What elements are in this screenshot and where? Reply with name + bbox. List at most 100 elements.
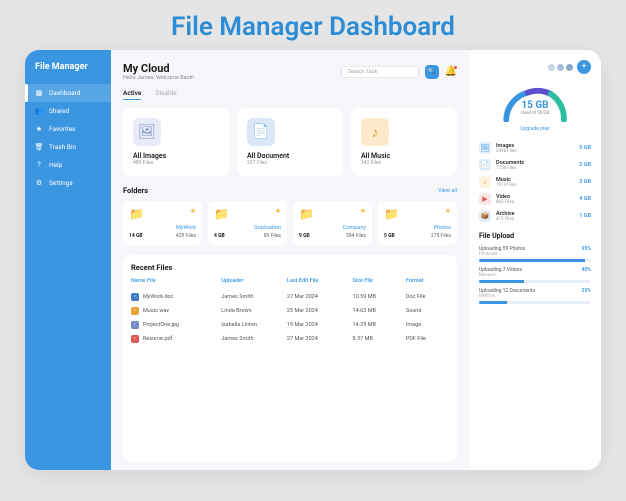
star-icon[interactable]: ★ xyxy=(275,207,281,215)
add-button[interactable]: + xyxy=(577,60,591,74)
upload-section: File Upload Uploading 59 Photos95%Photos… xyxy=(479,232,591,309)
table-row[interactable]: •ProjectOne.jpgIsabella Linton19 Mar 202… xyxy=(131,318,449,332)
file-format: PDF File xyxy=(406,336,449,342)
progress-bar xyxy=(479,259,591,262)
folder-company[interactable]: 📁★Company9 GB384 Files xyxy=(293,201,372,245)
folders-header: Folders View all xyxy=(123,186,457,195)
file-name: MyWork.doc xyxy=(143,294,174,300)
sidebar-item-help[interactable]: ? Help xyxy=(25,156,111,174)
card-title: All Images xyxy=(133,152,219,160)
col-header[interactable]: Name File xyxy=(131,278,217,284)
category-list: 🖼Images2498 Files5 GB📄Documents1754 File… xyxy=(479,142,591,222)
sidebar-nav: ▦Dashboard 👥 Shared ★Favorites🗑Trash Bin? He… xyxy=(25,84,111,192)
nav-label: Help xyxy=(49,161,62,169)
file-icon: • xyxy=(131,293,139,301)
category-count: 1974 Files xyxy=(496,183,574,188)
file-uploader: Linda Brown xyxy=(221,308,283,314)
category-size: 5 GB xyxy=(579,145,591,151)
sidebar-item-settings[interactable]: ⚙Settings xyxy=(25,174,111,192)
category-size: 3 GB xyxy=(579,179,591,185)
sidebar-item-favorites[interactable]: ★Favorites xyxy=(25,120,111,138)
tab-active[interactable]: Active xyxy=(123,89,141,100)
file-date: 27 Mar 2024 xyxy=(287,294,349,300)
file-date: 27 Mar 2024 xyxy=(287,336,349,342)
category-cards: 🖼All Images489 Files📄All Document257 Fil… xyxy=(123,108,457,176)
file-name: ProjectOne.jpg xyxy=(143,322,179,328)
card-all-music[interactable]: ♪All Music342 Files xyxy=(351,108,457,176)
upgrade-link[interactable]: Upgrade plan xyxy=(520,126,549,132)
table-row[interactable]: •Resume.pdfJames Smith27 Mar 20248.37 MB… xyxy=(131,332,449,346)
category-archive[interactable]: 📦Archive415 Files1 GB xyxy=(479,210,591,222)
favorites-icon: ★ xyxy=(35,125,43,133)
nav-label: Shared xyxy=(49,107,69,115)
card-all-document[interactable]: 📄All Document257 Files xyxy=(237,108,343,176)
folder-name: Graduation xyxy=(214,225,281,231)
avatar-dots xyxy=(548,64,573,71)
nav-label: Trash Bin xyxy=(49,143,76,151)
help-icon: ? xyxy=(35,161,43,169)
file-date: 19 Mar 2024 xyxy=(287,322,349,328)
folder-size: 9 GB xyxy=(299,233,310,239)
star-icon[interactable]: ★ xyxy=(360,207,366,215)
folder-icon: 📁 xyxy=(299,207,314,221)
category-documents[interactable]: 📄Documents1754 Files2 GB xyxy=(479,159,591,171)
col-header[interactable]: Size File xyxy=(353,278,402,284)
folder-size: 4 GB xyxy=(214,233,225,239)
folder-size: 5 GB xyxy=(384,233,395,239)
card-icon: ♪ xyxy=(361,118,389,146)
category-music[interactable]: ♪Music1974 Files3 GB xyxy=(479,176,591,188)
search-input[interactable]: Search Task xyxy=(341,66,419,78)
upload-sub: MyWork xyxy=(479,294,591,299)
category-images[interactable]: 🖼Images2498 Files5 GB xyxy=(479,142,591,154)
category-count: 1754 Files xyxy=(496,166,574,171)
sidebar-item-dashboard[interactable]: ▦Dashboard xyxy=(25,84,111,102)
right-top-bar: + xyxy=(479,60,591,74)
progress-bar xyxy=(479,280,591,283)
sidebar-item-shared[interactable]: 👥 Shared xyxy=(25,102,111,120)
card-title: All Document xyxy=(247,152,333,160)
upload-item: Uploading 7 Videos40%Museum xyxy=(479,267,591,283)
sidebar-item-trash-bin[interactable]: 🗑Trash Bin xyxy=(25,138,111,156)
upload-percent: 95% xyxy=(582,246,591,252)
card-count: 257 Files xyxy=(247,160,333,166)
right-panel: + 15 GB Used of 50 GB Upgrade plan 🖼Imag… xyxy=(469,50,601,470)
nav-label: Dashboard xyxy=(49,89,80,97)
folder-icon: 📁 xyxy=(129,207,144,221)
category-icon: 📦 xyxy=(479,210,491,222)
view-all-link[interactable]: View all xyxy=(438,188,457,194)
page-banner: File Manager Dashboard xyxy=(171,12,455,42)
table-row[interactable]: •Music.wavLinda Brown25 Mar 202414.63 MB… xyxy=(131,304,449,318)
storage-total: Used of 50 GB xyxy=(499,111,571,116)
star-icon[interactable]: ★ xyxy=(445,207,451,215)
category-count: 415 Files xyxy=(496,217,574,222)
col-header[interactable]: Uploader xyxy=(221,278,283,284)
col-header[interactable]: Format xyxy=(406,278,449,284)
folder-photos[interactable]: 📁★Photos5 GB275 Files xyxy=(378,201,457,245)
file-date: 25 Mar 2024 xyxy=(287,308,349,314)
notifications-icon[interactable]: 🔔 xyxy=(445,66,457,77)
folder-mywork[interactable]: 📁★MyWork14 GB429 Files xyxy=(123,201,202,245)
file-name: Music.wav xyxy=(143,308,169,314)
category-size: 2 GB xyxy=(579,162,591,168)
star-icon[interactable]: ★ xyxy=(190,207,196,215)
file-format: Image xyxy=(406,322,449,328)
tab-disable[interactable]: Disable xyxy=(155,89,176,100)
shared-icon: 👥 xyxy=(35,107,43,115)
category-size: 4 GB xyxy=(579,196,591,202)
category-count: 2498 Files xyxy=(496,149,574,154)
upload-item: Uploading 12 Documents25%MyWork xyxy=(479,288,591,304)
category-video[interactable]: ▶Video862 Files4 GB xyxy=(479,193,591,205)
search-button[interactable]: 🔍 xyxy=(425,65,439,79)
folder-graduation[interactable]: 📁★Graduation4 GB89 Files xyxy=(208,201,287,245)
folder-files: 89 Files xyxy=(264,233,281,239)
app-window: File Manager ▦Dashboard👥Shared★Favorites… xyxy=(25,50,601,470)
category-icon: 📄 xyxy=(479,159,491,171)
storage-used: 15 GB xyxy=(499,100,571,111)
card-all-images[interactable]: 🖼All Images489 Files xyxy=(123,108,229,176)
table-row[interactable]: •MyWork.docJames Smith27 Mar 202410.59 M… xyxy=(131,290,449,304)
folder-files: 275 Files xyxy=(431,233,451,239)
recent-table: Name File Uploader Last Edit File Size File… xyxy=(131,278,449,346)
category-icon: ▶ xyxy=(479,193,491,205)
folder-name: Company xyxy=(299,225,366,231)
col-header[interactable]: Last Edit File xyxy=(287,278,349,284)
